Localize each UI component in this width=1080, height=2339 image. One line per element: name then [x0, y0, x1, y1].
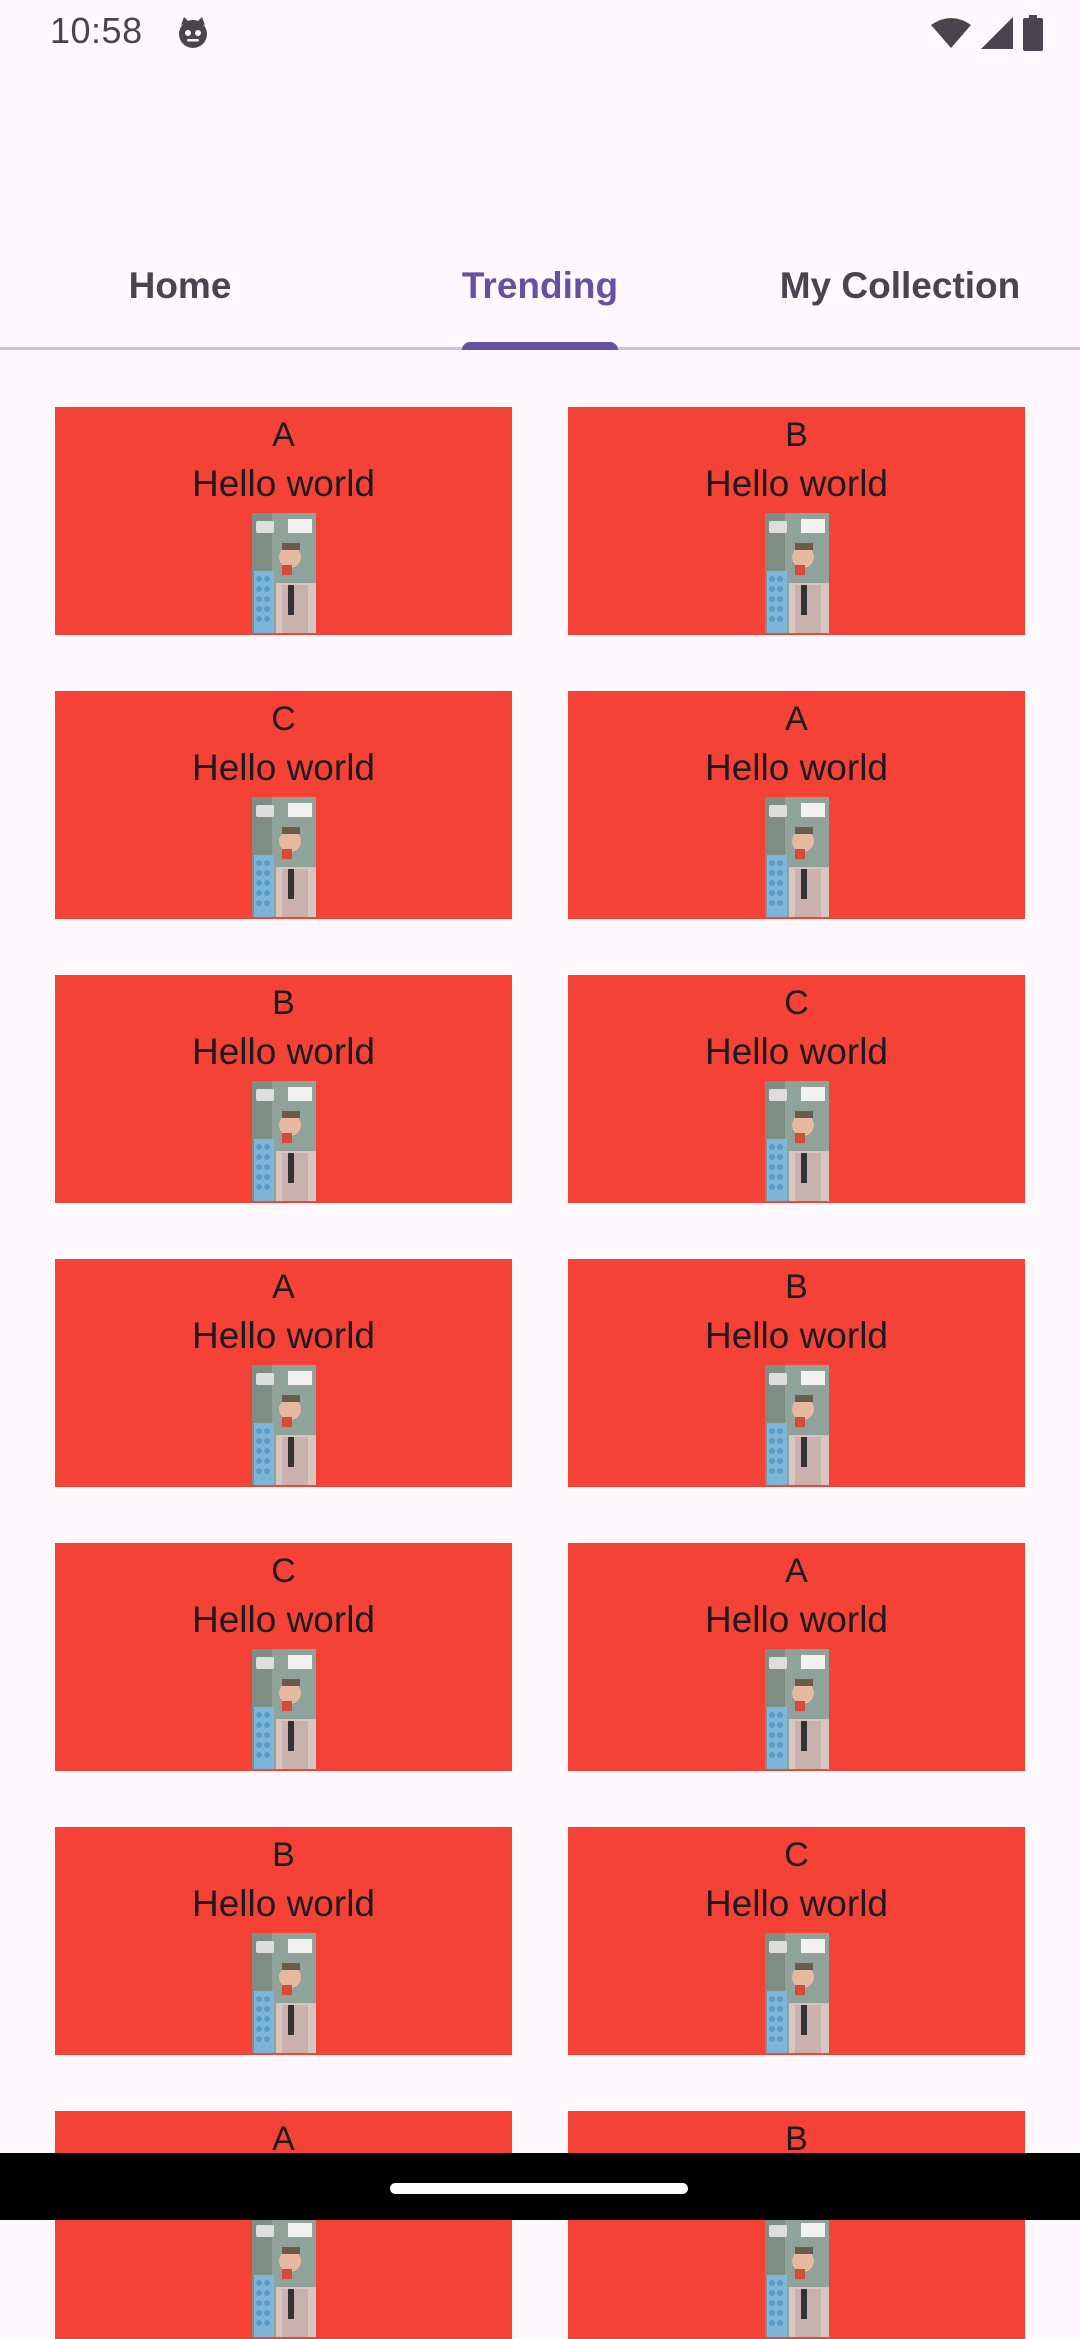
grid-card[interactable]: A Hello world: [568, 1543, 1025, 1771]
tab-label: Trending: [461, 264, 619, 306]
card-text: Hello world: [704, 747, 888, 788]
card-text: Hello world: [191, 1599, 375, 1640]
card-letter: B: [272, 984, 295, 1022]
card-text: Hello world: [191, 463, 375, 504]
grid-card[interactable]: B Hello world: [568, 407, 1025, 635]
card-thumbnail-image: [764, 2217, 829, 2337]
grid-card[interactable]: B Hello world: [568, 1259, 1025, 1487]
wifi-icon: [931, 18, 971, 48]
card-thumbnail-image: [764, 1365, 829, 1485]
card-letter: A: [785, 700, 808, 738]
card-thumbnail-image: [764, 1081, 829, 1201]
card-letter: B: [785, 416, 808, 454]
card-text: Hello world: [191, 1315, 375, 1356]
status-time: 10:58: [50, 10, 143, 51]
tab-label: Home: [128, 264, 232, 306]
grid-card[interactable]: C Hello world: [568, 1827, 1025, 2055]
grid-card[interactable]: C Hello world: [55, 1543, 512, 1771]
card-letter: A: [785, 1552, 808, 1590]
card-letter: B: [785, 1268, 808, 1306]
card-thumbnail-image: [764, 1649, 829, 1769]
grid-card[interactable]: C Hello world: [55, 691, 512, 919]
grid-card[interactable]: BHello world: [568, 2111, 1025, 2339]
cat-face-icon: [179, 17, 207, 48]
grid-card[interactable]: A Hello world: [568, 691, 1025, 919]
card-thumbnail-image: [764, 513, 829, 633]
card-thumbnail-image: [251, 797, 316, 917]
signal-icon: [981, 17, 1013, 49]
card-thumbnail-image: [251, 1081, 316, 1201]
card-thumbnail-image: [251, 513, 316, 633]
card-text: Hello world: [191, 747, 375, 788]
home-gesture-handle[interactable]: [390, 2183, 688, 2194]
battery-icon: [1023, 15, 1043, 51]
card-thumbnail-image: [251, 1933, 316, 2053]
active-tab-indicator: [461, 342, 619, 350]
grid-card[interactable]: B Hello world: [55, 975, 512, 1203]
card-text: Hello world: [704, 1883, 888, 1924]
card-thumbnail-image: [251, 1365, 316, 1485]
card-letter: C: [784, 984, 809, 1022]
card-text: Hello world: [704, 463, 888, 504]
card-text: Hello world: [704, 1031, 888, 1072]
grid-card[interactable]: A Hello world: [55, 1259, 512, 1487]
grid-card[interactable]: AHello world: [55, 2111, 512, 2339]
system-navigation-bar: [0, 2153, 1080, 2220]
grid-card[interactable]: B Hello world: [55, 1827, 512, 2055]
card-letter: A: [272, 416, 295, 454]
card-letter: C: [271, 1552, 296, 1590]
tab-home[interactable]: Home: [0, 236, 360, 347]
tab-bar: Home Trending My Collection: [0, 236, 1080, 350]
status-bar: 10:58: [0, 0, 1080, 66]
grid-card[interactable]: A Hello world: [55, 407, 512, 635]
tab-label: My Collection: [779, 264, 1021, 306]
card-text: Hello world: [704, 1315, 888, 1356]
card-thumbnail-image: [764, 1933, 829, 2053]
card-letter: C: [784, 1836, 809, 1874]
card-thumbnail-image: [251, 2217, 316, 2337]
card-thumbnail-image: [764, 797, 829, 917]
tab-my-collection[interactable]: My Collection: [720, 236, 1080, 347]
status-icons: [930, 14, 1044, 52]
card-text: Hello world: [191, 1883, 375, 1924]
card-letter: B: [272, 1836, 295, 1874]
card-letter: C: [271, 700, 296, 738]
card-text: Hello world: [191, 1031, 375, 1072]
card-letter: A: [272, 1268, 295, 1306]
card-grid: A Hello world B Hello world C Hello world A Hel…: [55, 407, 1025, 2339]
card-text: Hello world: [704, 1599, 888, 1640]
grid-card[interactable]: C Hello world: [568, 975, 1025, 1203]
tab-trending[interactable]: Trending: [360, 236, 720, 350]
card-thumbnail-image: [251, 1649, 316, 1769]
